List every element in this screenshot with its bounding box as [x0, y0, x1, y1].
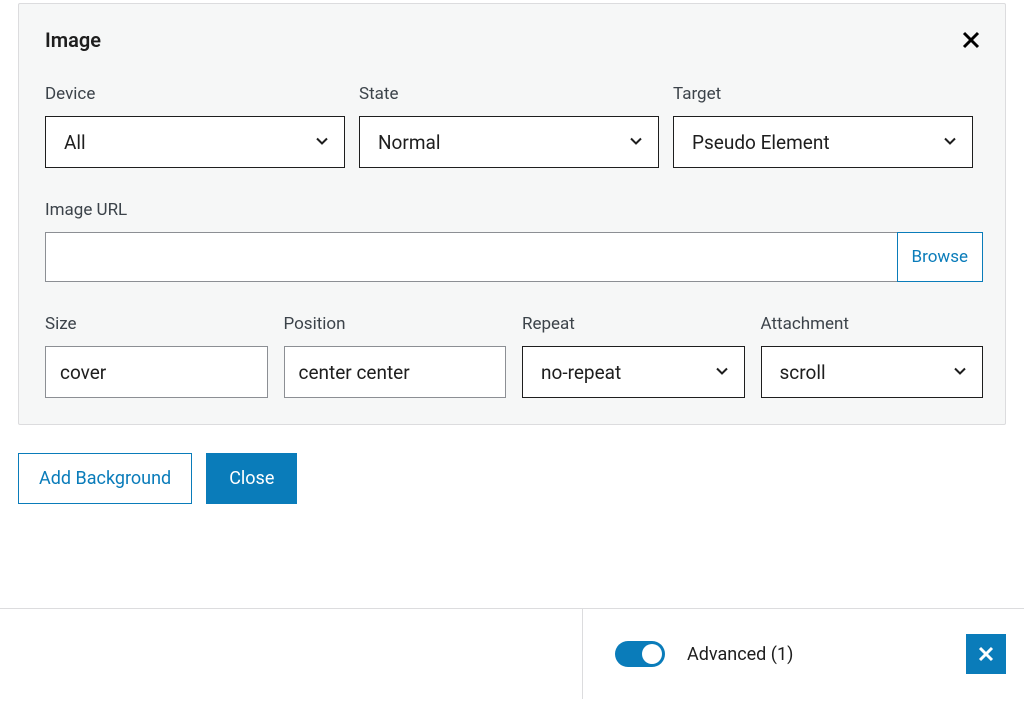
position-input[interactable]: center center	[284, 346, 507, 398]
panel-title: Image	[45, 28, 101, 52]
footer-right: Advanced (1)	[582, 609, 1024, 699]
size-label: Size	[45, 314, 268, 334]
device-field: Device All	[45, 84, 345, 168]
footer-close-button[interactable]	[966, 634, 1006, 674]
state-select[interactable]: Normal	[359, 116, 659, 168]
panel-header: Image	[45, 28, 983, 52]
device-value: All	[64, 131, 86, 154]
target-field: Target Pseudo Element	[673, 84, 973, 168]
state-field: State Normal	[359, 84, 659, 168]
repeat-label: Repeat	[522, 314, 745, 334]
close-icon[interactable]	[959, 28, 983, 52]
target-label: Target	[673, 84, 973, 104]
size-input[interactable]: cover	[45, 346, 268, 398]
state-label: State	[359, 84, 659, 104]
attachment-value: scroll	[780, 361, 826, 384]
attachment-field: Attachment scroll	[761, 314, 984, 398]
repeat-value: no-repeat	[541, 361, 621, 384]
footer-bar: Advanced (1)	[0, 608, 1024, 699]
bottom-fields-row: Size cover Position center center Repeat…	[45, 314, 983, 398]
device-label: Device	[45, 84, 345, 104]
target-value: Pseudo Element	[692, 131, 830, 154]
repeat-field: Repeat no-repeat	[522, 314, 745, 398]
position-label: Position	[284, 314, 507, 334]
chevron-down-icon	[714, 361, 730, 384]
image-url-group: Browse	[45, 232, 983, 282]
device-select[interactable]: All	[45, 116, 345, 168]
chevron-down-icon	[314, 131, 330, 154]
advanced-label: Advanced (1)	[687, 644, 944, 665]
attachment-select[interactable]: scroll	[761, 346, 984, 398]
image-url-field: Image URL Browse	[45, 200, 983, 282]
image-url-input[interactable]	[45, 232, 898, 282]
browse-button[interactable]: Browse	[897, 232, 983, 282]
state-value: Normal	[378, 131, 440, 154]
attachment-label: Attachment	[761, 314, 984, 334]
add-background-button[interactable]: Add Background	[18, 453, 192, 504]
target-select[interactable]: Pseudo Element	[673, 116, 973, 168]
repeat-select[interactable]: no-repeat	[522, 346, 745, 398]
chevron-down-icon	[952, 361, 968, 384]
size-field: Size cover	[45, 314, 268, 398]
toggle-knob	[642, 644, 662, 664]
chevron-down-icon	[942, 131, 958, 154]
action-buttons: Add Background Close	[18, 453, 1024, 504]
image-url-label: Image URL	[45, 200, 983, 220]
chevron-down-icon	[628, 131, 644, 154]
position-field: Position center center	[284, 314, 507, 398]
image-settings-panel: Image Device All State Normal T	[18, 3, 1006, 425]
top-fields-row: Device All State Normal Target Pseudo El…	[45, 84, 983, 168]
advanced-toggle[interactable]	[615, 641, 665, 667]
close-button[interactable]: Close	[206, 453, 297, 504]
